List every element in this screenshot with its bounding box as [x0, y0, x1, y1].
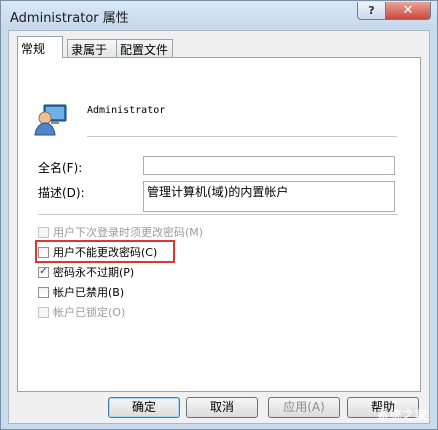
close-button[interactable]: ✕ — [385, 2, 431, 20]
dialog-client-area: 常规 隶属于 配置文件 Administrator 全名(F): 描述(D): … — [8, 30, 430, 424]
fullname-label: 全名(F): — [38, 161, 83, 175]
checkbox-label: 帐户已禁用(B) — [53, 286, 125, 299]
tab-member-of[interactable]: 隶属于 — [67, 39, 117, 57]
checkbox-box — [38, 226, 49, 238]
apply-button[interactable]: 应用(A) — [268, 397, 340, 418]
account-locked-checkbox[interactable]: 帐户已锁定(O) — [38, 304, 125, 320]
title-bar: Administrator 属性 ? ✕ — [1, 1, 437, 29]
tab-label: 配置文件 — [120, 43, 169, 57]
properties-dialog: Administrator 属性 ? ✕ 常规 隶属于 配置文件 Adminis… — [0, 0, 438, 430]
checkbox-label: 帐户已锁定(O) — [53, 306, 126, 319]
checkmark-icon: ✓ — [38, 266, 49, 278]
question-icon: ? — [368, 4, 375, 17]
tab-general[interactable]: 常规 — [17, 36, 63, 58]
ok-button[interactable]: 确定 — [108, 397, 180, 418]
window-title: Administrator 属性 — [10, 11, 129, 26]
watermark-logo: 系统之家 — [376, 408, 427, 422]
checkbox-label: 用户下次登录时须更改密码(M) — [53, 226, 204, 239]
user-account-icon — [34, 104, 67, 136]
account-name: Administrator — [87, 105, 166, 116]
must-change-password-checkbox[interactable]: 用户下次登录时须更改密码(M) — [38, 224, 203, 240]
description-label: 描述(D): — [38, 186, 85, 200]
checkbox-label: 密码永不过期(P) — [53, 266, 135, 279]
cancel-button[interactable]: 取消 — [186, 397, 258, 418]
red-highlight-box — [35, 240, 175, 263]
divider — [87, 136, 397, 137]
help-title-button[interactable]: ? — [357, 2, 386, 20]
fullname-input[interactable] — [143, 156, 395, 175]
close-icon: ✕ — [402, 3, 414, 18]
password-never-expires-checkbox[interactable]: ✓ 密码永不过期(P) — [38, 264, 134, 280]
tab-label: 常规 — [21, 42, 46, 56]
general-tab-panel: Administrator 全名(F): 描述(D): 管理计算机(域)的内置帐… — [17, 57, 421, 392]
description-input[interactable]: 管理计算机(域)的内置帐户 — [143, 181, 395, 212]
checkbox-box — [38, 286, 49, 298]
checkbox-box — [38, 306, 49, 318]
divider — [38, 214, 398, 215]
account-disabled-checkbox[interactable]: 帐户已禁用(B) — [38, 284, 124, 300]
tab-label: 隶属于 — [71, 43, 108, 57]
tab-profile[interactable]: 配置文件 — [116, 39, 173, 57]
